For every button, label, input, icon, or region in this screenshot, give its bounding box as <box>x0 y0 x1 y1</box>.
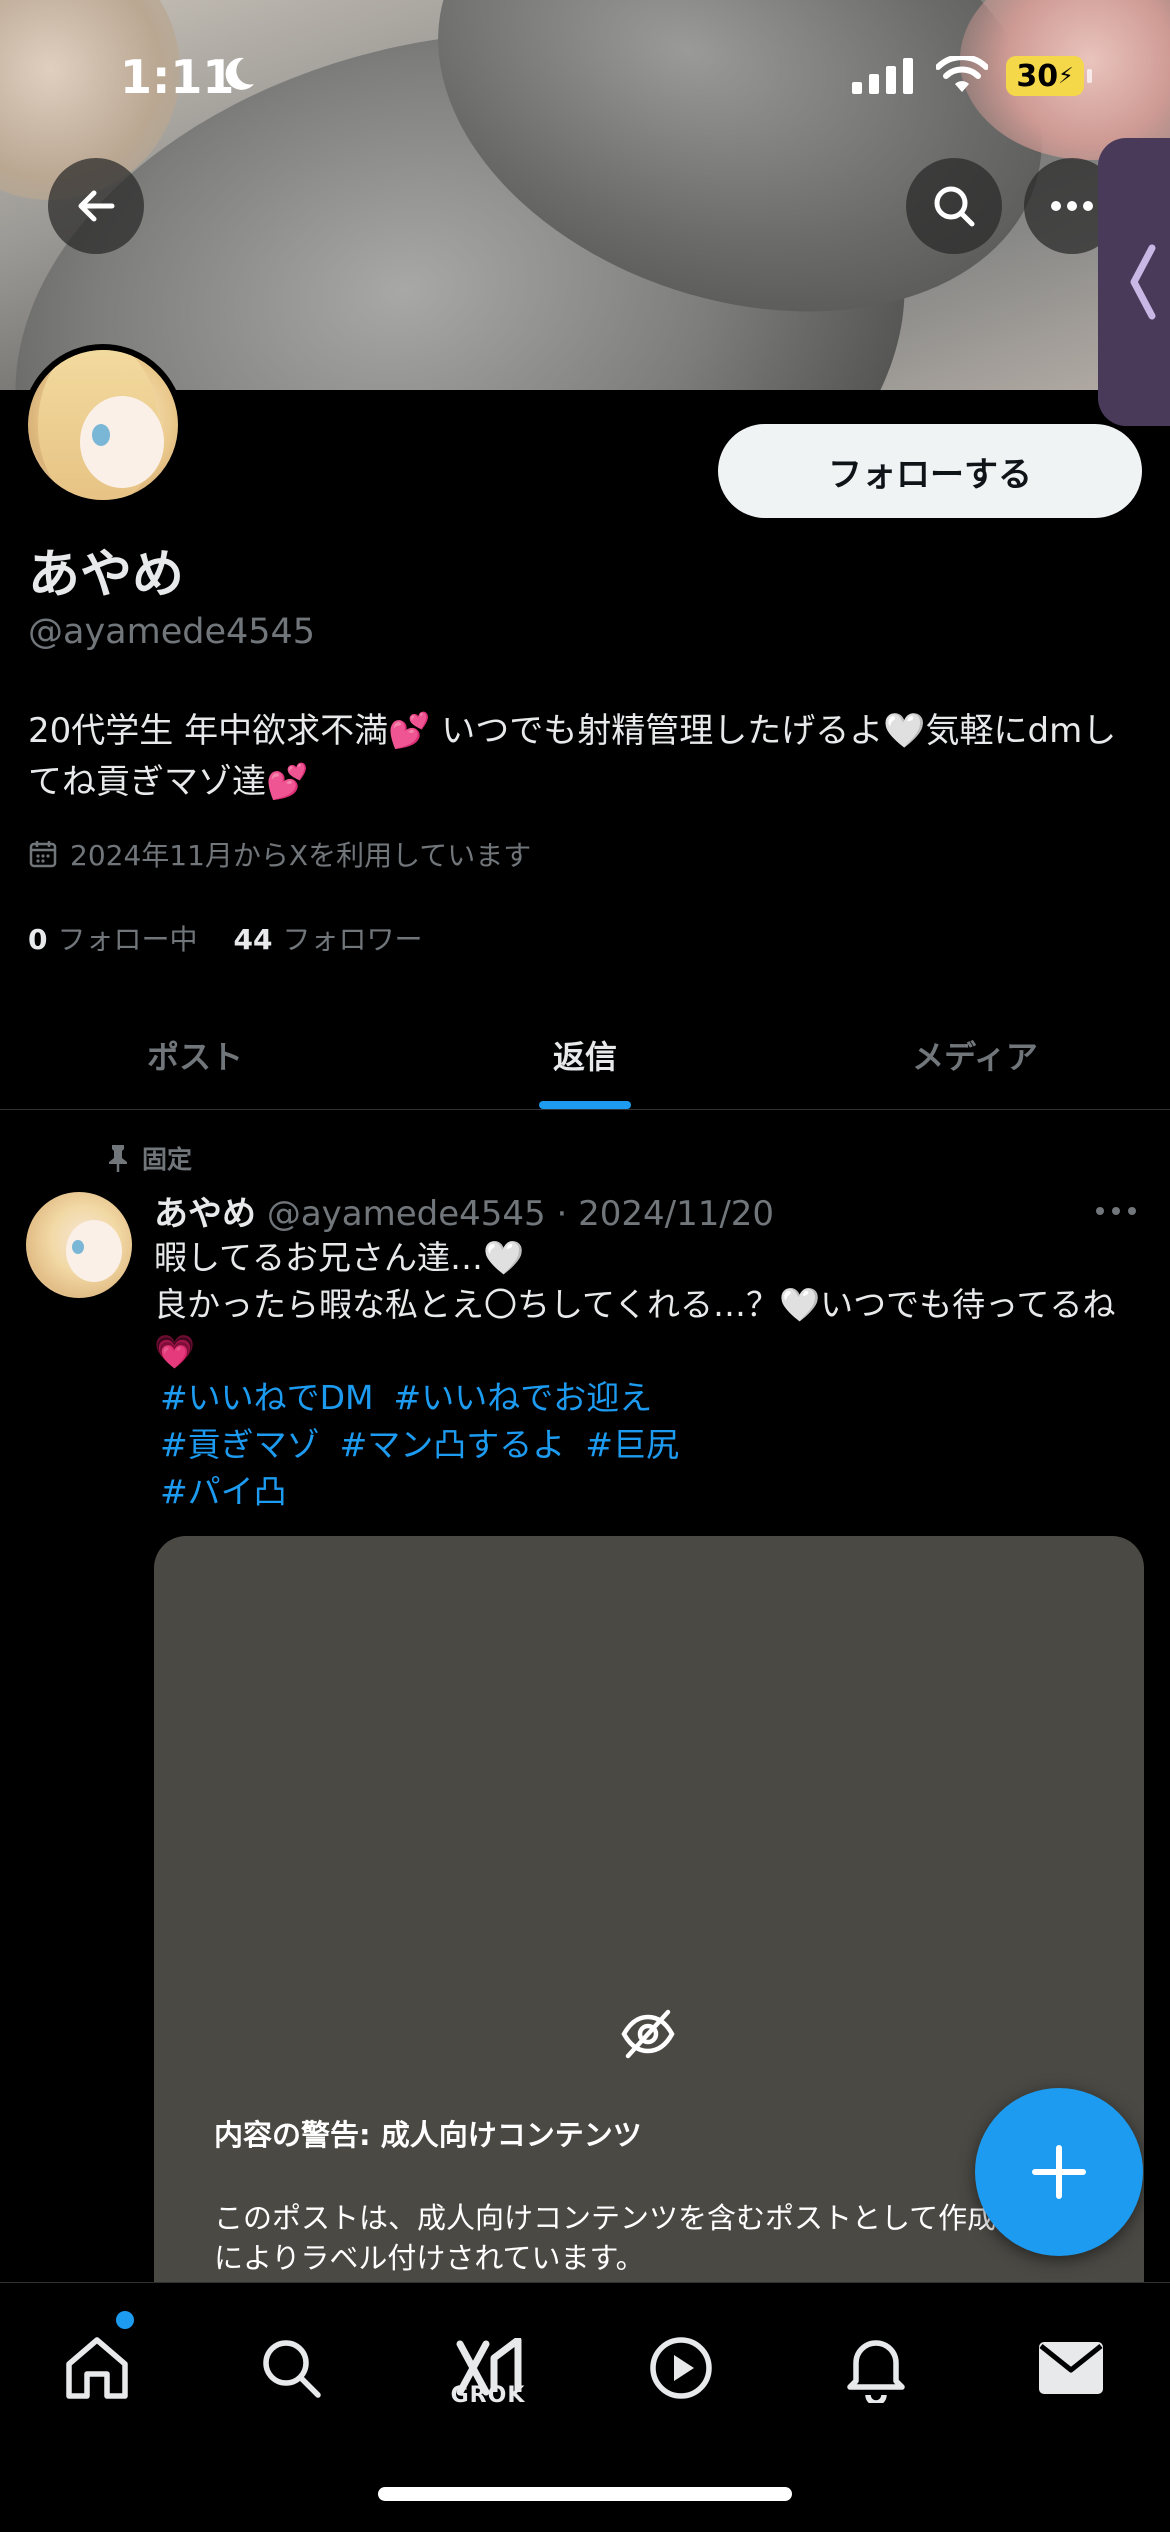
post-author[interactable]: あやめ <box>154 1194 256 1234</box>
nav-search[interactable] <box>246 2323 336 2413</box>
post-hashtags: #いいねでDM #いいねでお迎え #貢ぎマゾ #マン凸するよ #巨尻 #パイ凸 <box>160 1374 1140 1515</box>
tab-media[interactable]: メディア <box>780 1000 1170 1109</box>
back-button[interactable] <box>48 158 144 254</box>
grok-label: GROK <box>450 2383 526 2408</box>
following-count: 0 <box>28 923 48 956</box>
chevron-left-icon <box>1130 244 1156 320</box>
hashtag-link[interactable]: #いいねでお迎え <box>394 1378 653 1417</box>
following-label: フォロー中 <box>57 923 198 956</box>
post-text-line: 暇してるお兄さん達…🤍 <box>154 1238 525 1277</box>
followers-link[interactable]: 44 フォロワー <box>234 918 423 958</box>
moon-icon <box>225 57 254 90</box>
nav-home[interactable] <box>52 2323 142 2413</box>
follow-stats: 0 フォロー中 44 フォロワー <box>28 918 422 958</box>
post-header: あやめ @ayamede4545 · 2024/11/20 <box>154 1186 774 1235</box>
pinned-indicator: 固定 <box>106 1140 192 1176</box>
user-handle: @ayamede4545 <box>28 612 316 652</box>
home-icon <box>66 2337 128 2399</box>
content-warning-title: 内容の警告: 成人向けコンテンツ <box>214 2118 642 2152</box>
eye-off-icon <box>621 2009 675 2059</box>
post-text: 暇してるお兄さん達…🤍 良かったら暇な私とえ〇ちしてくれる…？🤍いつでも待ってる… <box>154 1234 1144 1375</box>
joined-text: 2024年11月からXを利用しています <box>70 839 532 872</box>
arrow-left-icon <box>78 190 115 222</box>
signal-icon <box>852 58 913 94</box>
hashtag-link[interactable]: #巨尻 <box>585 1425 679 1464</box>
nav-messages[interactable] <box>1026 2323 1116 2413</box>
search-icon <box>263 2340 321 2398</box>
search-button[interactable] <box>906 158 1002 254</box>
profile-avatar[interactable] <box>22 344 184 506</box>
follow-button[interactable]: フォローする <box>718 424 1142 518</box>
hashtag-link[interactable]: #貢ぎマゾ <box>160 1425 320 1464</box>
nav-notifications[interactable] <box>831 2323 921 2413</box>
profile-bio: 20代学生 年中欲求不満💕 いつでも射精管理したげるよ🤍気軽にdmしてね貢ぎマゾ… <box>28 711 1117 802</box>
search-icon <box>934 186 975 227</box>
more-horizontal-icon <box>1051 201 1093 211</box>
hashtag-link[interactable]: #マン凸するよ <box>340 1425 566 1464</box>
display-name: あやめ <box>28 545 185 605</box>
content-warning-text: このポストは、成人向けコンテンツを含むポストとして作成者によりラベル付けされてい… <box>214 2201 1026 2275</box>
compose-post-button[interactable] <box>975 2088 1143 2256</box>
home-indicator <box>378 2487 792 2501</box>
post-avatar[interactable] <box>26 1192 132 1298</box>
play-circle-icon <box>650 2337 712 2399</box>
mail-icon <box>1039 2342 1103 2394</box>
hashtag-link[interactable]: #パイ凸 <box>160 1472 287 1511</box>
pinned-label: 固定 <box>142 1145 193 1174</box>
side-panel-handle[interactable] <box>1098 138 1170 426</box>
nav-video[interactable] <box>636 2323 726 2413</box>
following-link[interactable]: 0 フォロー中 <box>28 918 198 958</box>
battery-level: 30 <box>1016 58 1059 94</box>
bell-icon <box>847 2340 905 2403</box>
plus-icon <box>1032 2145 1086 2199</box>
post-text-line: 良かったら暇な私とえ〇ちしてくれる…？🤍いつでも待ってるね💗 <box>154 1285 1116 1371</box>
battery-indicator: 30 ⚡ <box>1006 56 1092 96</box>
post-handle-date: @ayamede4545 · 2024/11/20 <box>266 1194 775 1234</box>
notification-dot <box>116 2311 134 2329</box>
profile-tabs: ポスト 返信 メディア <box>0 1000 1170 1110</box>
joined-date: 2024年11月からXを利用しています <box>28 834 531 874</box>
hashtag-link[interactable]: #いいねでDM <box>160 1378 374 1417</box>
tab-replies[interactable]: 返信 <box>390 1000 780 1109</box>
tab-posts[interactable]: ポスト <box>0 1000 390 1109</box>
wifi-icon <box>936 56 988 92</box>
post-more-icon[interactable] <box>1092 1198 1140 1224</box>
calendar-icon <box>29 841 57 868</box>
pin-icon <box>109 1145 127 1172</box>
followers-count: 44 <box>233 923 273 956</box>
followers-label: フォロワー <box>282 923 423 956</box>
